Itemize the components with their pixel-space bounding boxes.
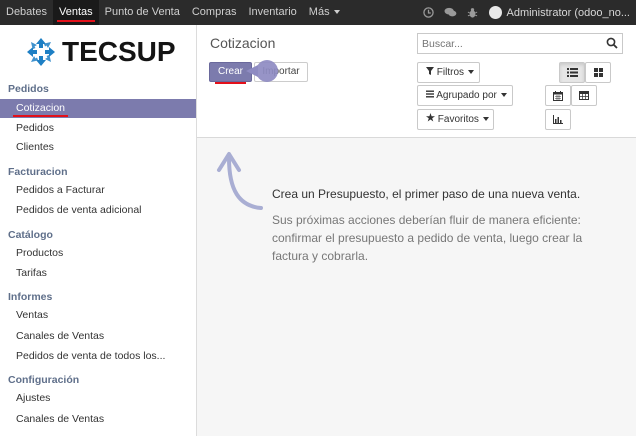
section-catalogo: Catálogo (8, 229, 53, 241)
control-panel: Cotizacion Importar Crear Filtros Agrupa… (197, 25, 636, 138)
chevron-down-icon (482, 117, 489, 122)
search-icon[interactable] (606, 37, 618, 49)
graph-view-button[interactable] (545, 109, 571, 130)
menu-ventas[interactable]: Ventas (52, 0, 99, 25)
sidebar-item-cotizacion[interactable]: Cotizacion (0, 99, 196, 118)
user-name: Administrator (odoo_no... (506, 6, 630, 19)
group-by-label: Agrupado por (436, 90, 497, 101)
chevron-down-icon (333, 10, 340, 15)
group-by-dropdown[interactable]: Agrupado por (417, 85, 513, 106)
search-box[interactable] (417, 33, 623, 54)
avatar (489, 6, 503, 19)
sidebar-item-tarifas[interactable]: Tarifas (0, 264, 196, 283)
logo-wordmark: TECSUP (62, 36, 176, 67)
section-pedidos: Pedidos (8, 83, 49, 95)
section-informes: Informes (8, 291, 53, 303)
sidebar-item-ajustes[interactable]: Ajustes (0, 389, 196, 408)
list-view-button[interactable] (559, 62, 585, 83)
list-view-icon (566, 68, 578, 77)
search-input[interactable] (418, 34, 606, 53)
chevron-down-icon (500, 93, 507, 98)
chevron-down-icon (468, 70, 475, 75)
help-headline: Crea un Presupuesto, el primer paso de u… (272, 187, 581, 201)
sidebar-item-pedidos-venta-adicional[interactable]: Pedidos de venta adicional (0, 201, 196, 220)
sidebar-item-pedidos-todos[interactable]: Pedidos de venta de todos los... (0, 347, 196, 366)
favorites-dropdown[interactable]: Favoritos (417, 109, 494, 130)
filter-icon (426, 67, 434, 75)
sidebar-item-label: Cotizacion (16, 102, 66, 114)
tecsup-logo-icon (26, 37, 56, 67)
top-navbar: Debates Ventas Punto de Venta Compras In… (0, 0, 636, 25)
sidebar-item-canales-de-ventas[interactable]: Canales de Ventas (0, 327, 196, 346)
sidebar: TECSUP Pedidos Cotizacion Pedidos Client… (0, 25, 197, 436)
menu-compras[interactable]: Compras (186, 0, 243, 25)
sidebar-item-canales-de-ventas-config[interactable]: Canales de Ventas (0, 410, 196, 429)
user-menu[interactable]: Administrator (odoo_no... (489, 6, 630, 19)
filters-label: Filtros (436, 67, 465, 78)
page-title: Cotizacion (210, 35, 276, 51)
menu-punto-de-venta[interactable]: Punto de Venta (99, 0, 186, 25)
kanban-view-icon (593, 68, 603, 77)
section-facturacion: Facturacion (8, 166, 68, 178)
pivot-view-icon (579, 91, 589, 100)
main-content: Cotizacion Importar Crear Filtros Agrupa… (197, 25, 636, 436)
sidebar-item-ventas[interactable]: Ventas (0, 306, 196, 325)
filters-dropdown[interactable]: Filtros (417, 62, 480, 83)
help-body: Sus próximas acciones deberían fluir de … (272, 213, 583, 263)
sidebar-item-productos[interactable]: Productos (0, 244, 196, 263)
curved-arrow-icon (217, 152, 263, 210)
list-icon (426, 90, 434, 98)
sidebar-item-pedidos[interactable]: Pedidos (0, 119, 196, 138)
bell-icon[interactable] (419, 0, 437, 25)
bug-icon[interactable] (463, 0, 481, 25)
menu-mas-label: Más (308, 6, 330, 18)
company-logo: TECSUP (26, 37, 176, 67)
calendar-view-icon (553, 90, 563, 101)
section-configuracion: Configuración (8, 374, 80, 386)
graph-view-icon (553, 115, 563, 124)
pivot-view-button[interactable] (571, 85, 597, 106)
calendar-view-button[interactable] (545, 85, 571, 106)
menu-inventario[interactable]: Inventario (242, 0, 302, 25)
chat-icon[interactable] (441, 0, 459, 25)
pointer-highlight (256, 60, 278, 82)
kanban-view-button[interactable] (585, 62, 611, 83)
app-menu: Debates Ventas Punto de Venta Compras In… (0, 0, 346, 25)
sidebar-item-clientes[interactable]: Clientes (0, 138, 196, 157)
menu-debates[interactable]: Debates (0, 0, 53, 25)
sidebar-item-pedidos-a-facturar[interactable]: Pedidos a Facturar (0, 181, 196, 200)
favorites-label: Favoritos (437, 114, 479, 125)
menu-mas[interactable]: Más (303, 0, 346, 25)
star-icon (426, 113, 435, 122)
